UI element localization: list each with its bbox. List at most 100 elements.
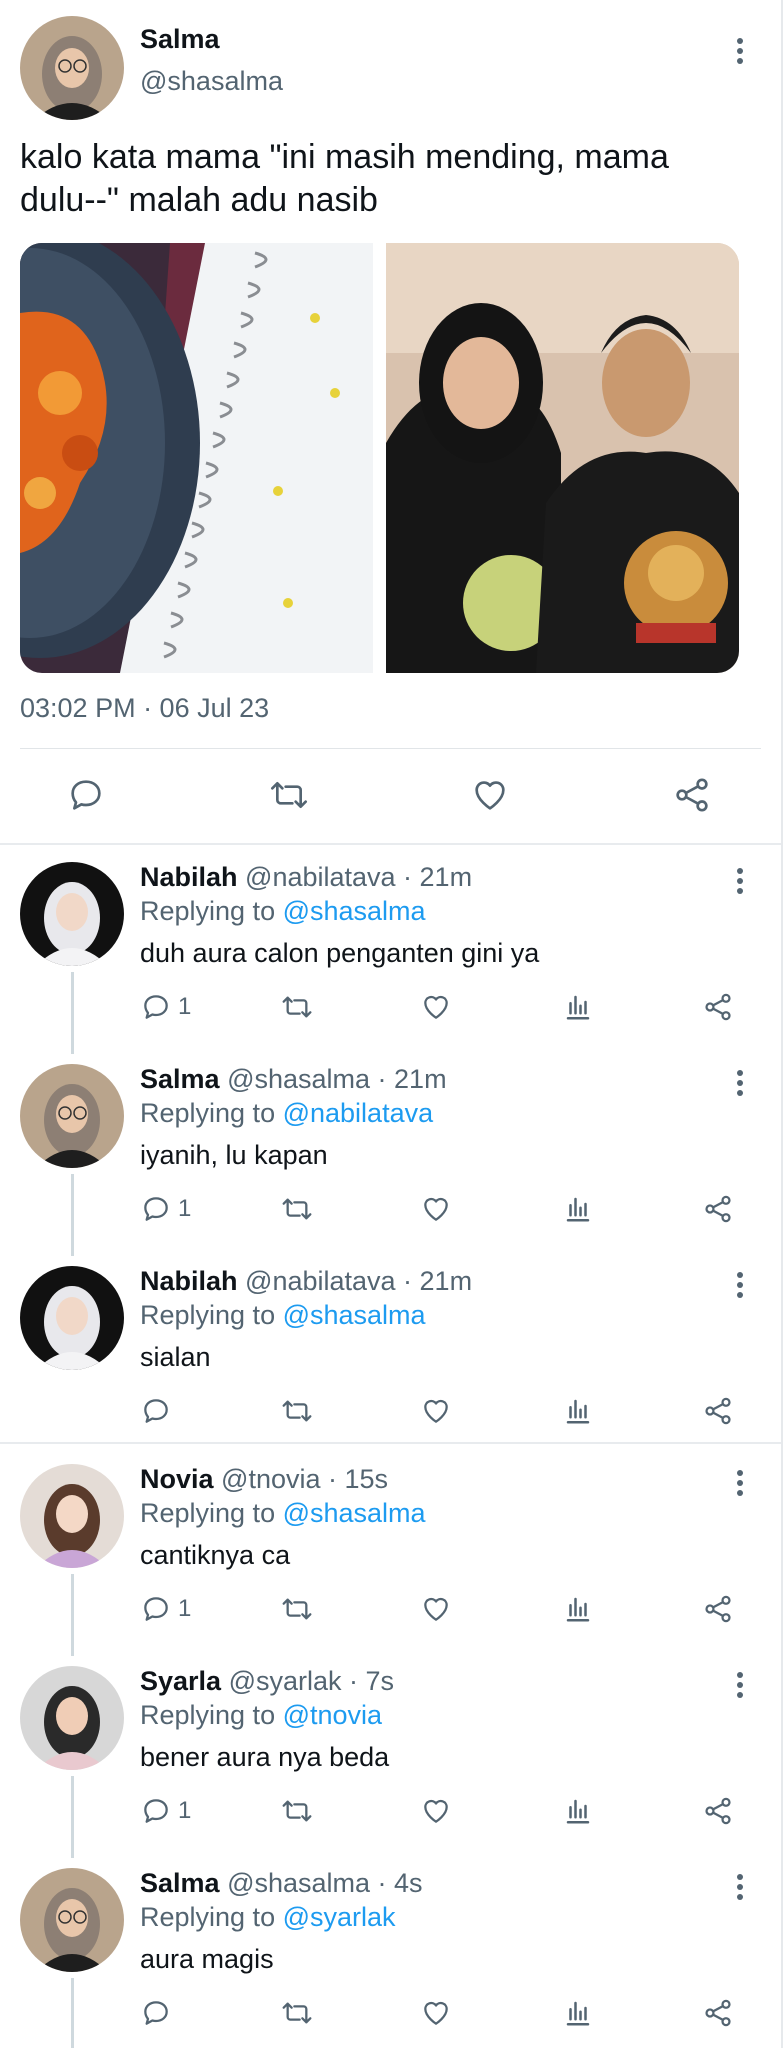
share-button[interactable] — [672, 775, 716, 815]
reply-text: aura magis — [140, 1944, 274, 1974]
like-button[interactable] — [420, 1394, 452, 1428]
mention-link[interactable]: @shasalma — [283, 896, 426, 926]
reply-action-bar: 1 — [0, 1794, 783, 1828]
replying-to-label: Replying to — [140, 896, 283, 926]
reply-button[interactable] — [140, 1996, 178, 2030]
avatar-syarla[interactable] — [20, 1666, 124, 1770]
reply-header: Novia @tnovia · 15s — [140, 1464, 388, 1495]
avatar-nabilah[interactable] — [20, 862, 124, 966]
tweet-photo-food[interactable] — [20, 243, 373, 673]
share-button[interactable] — [702, 990, 734, 1024]
like-button[interactable] — [420, 1192, 452, 1226]
author-handle[interactable]: @shasalma — [140, 66, 283, 97]
retweet-button[interactable] — [268, 775, 312, 815]
reply-item[interactable]: Nabilah @nabilatava · 21m Replying to @sh… — [0, 850, 783, 1054]
more-vertical-icon[interactable] — [736, 1672, 744, 1698]
more-vertical-icon[interactable] — [736, 1470, 744, 1496]
like-button[interactable] — [420, 1996, 452, 2030]
like-button[interactable] — [420, 990, 452, 1024]
views-button[interactable] — [563, 1192, 593, 1226]
more-vertical-icon[interactable] — [736, 1272, 744, 1298]
speech-bubble-icon — [140, 1795, 172, 1827]
reply-handle-time: @nabilatava · 21m — [245, 1266, 473, 1296]
more-vertical-icon[interactable] — [736, 38, 744, 64]
bar-chart-icon — [563, 992, 593, 1022]
heart-icon — [420, 1593, 452, 1625]
reply-action-bar: 1 — [0, 990, 783, 1024]
replying-to-label: Replying to — [140, 1300, 283, 1330]
reply-header: Nabilah @nabilatava · 21m — [140, 862, 472, 893]
reply-button[interactable]: 1 — [140, 1192, 191, 1226]
reply-header: Salma @shasalma · 4s — [140, 1868, 423, 1899]
reply-item[interactable]: Salma @shasalma · 4s Replying to @syarlak… — [0, 1856, 781, 2048]
views-button[interactable] — [563, 1794, 593, 1828]
like-button[interactable] — [420, 1794, 452, 1828]
mention-link[interactable]: @nabilatava — [283, 1098, 434, 1128]
reply-item[interactable]: Novia @tnovia · 15s Replying to @shasalma… — [0, 1452, 781, 1656]
reply-author-name[interactable]: Salma — [140, 1064, 220, 1094]
share-button[interactable] — [702, 1996, 734, 2030]
share-button[interactable] — [702, 1794, 734, 1828]
reply-item[interactable]: Nabilah @nabilatava · 21m Replying to @sh… — [0, 1254, 781, 1456]
views-button[interactable] — [563, 1996, 593, 2030]
speech-bubble-icon — [140, 1997, 172, 2029]
avatar-salma[interactable] — [20, 1064, 124, 1168]
like-button[interactable] — [470, 775, 514, 815]
share-button[interactable] — [702, 1592, 734, 1626]
reply-author-name[interactable]: Salma — [140, 1868, 220, 1898]
more-vertical-icon[interactable] — [736, 868, 744, 894]
retweet-button[interactable] — [280, 1996, 314, 2030]
speech-bubble-icon — [140, 1395, 172, 1427]
heart-icon — [420, 1395, 452, 1427]
reply-header: Syarla @syarlak · 7s — [140, 1666, 394, 1697]
tweet-timestamp: 03:02 PM · 06 Jul 23 — [20, 693, 270, 723]
retweet-button[interactable] — [280, 1794, 314, 1828]
retweet-button[interactable] — [280, 1592, 314, 1626]
avatar-novia[interactable] — [20, 1464, 124, 1568]
reply-item[interactable]: Syarla @syarlak · 7s Replying to @tnovia b… — [0, 1654, 783, 1858]
more-vertical-icon[interactable] — [736, 1070, 744, 1096]
author-name[interactable]: Salma — [140, 24, 220, 55]
reply-button[interactable]: 1 — [140, 1794, 191, 1828]
mention-link[interactable]: @shasalma — [283, 1498, 426, 1528]
reply-author-name[interactable]: Nabilah — [140, 1266, 238, 1296]
retweet-icon — [280, 1395, 314, 1427]
views-button[interactable] — [563, 1592, 593, 1626]
mention-link[interactable]: @syarlak — [283, 1902, 396, 1932]
views-button[interactable] — [563, 990, 593, 1024]
heart-icon — [475, 781, 505, 810]
reply-item[interactable]: Salma @shasalma · 21m Replying to @nabila… — [0, 1052, 783, 1256]
avatar-salma[interactable] — [20, 1868, 124, 1972]
reply-button[interactable] — [66, 775, 110, 815]
retweet-button[interactable] — [280, 1394, 314, 1428]
like-button[interactable] — [420, 1592, 452, 1626]
retweet-button[interactable] — [280, 990, 314, 1024]
bar-chart-icon — [563, 1396, 593, 1426]
reply-button[interactable]: 1 — [140, 1592, 191, 1626]
reply-button[interactable] — [140, 1394, 178, 1428]
more-vertical-icon[interactable] — [736, 1874, 744, 1900]
share-button[interactable] — [702, 1192, 734, 1226]
reply-button[interactable]: 1 — [140, 990, 191, 1024]
reply-action-bar: 1 — [0, 1192, 783, 1226]
avatar-nabilah[interactable] — [20, 1266, 124, 1370]
mention-link[interactable]: @tnovia — [283, 1700, 382, 1730]
share-button[interactable] — [702, 1394, 734, 1428]
divider — [20, 748, 761, 749]
share-icon — [702, 1593, 734, 1625]
share-icon — [676, 778, 708, 812]
reply-author-name[interactable]: Novia — [140, 1464, 214, 1494]
reply-author-name[interactable]: Nabilah — [140, 862, 238, 892]
tweet-photo-couple[interactable] — [386, 243, 739, 673]
retweet-icon — [280, 1997, 314, 2029]
section-divider — [0, 843, 781, 845]
speech-bubble-icon — [140, 1193, 172, 1225]
views-button[interactable] — [563, 1394, 593, 1428]
retweet-button[interactable] — [280, 1192, 314, 1226]
reply-header: Nabilah @nabilatava · 21m — [140, 1266, 472, 1297]
reply-author-name[interactable]: Syarla — [140, 1666, 221, 1696]
avatar-salma[interactable] — [20, 16, 124, 120]
mention-link[interactable]: @shasalma — [283, 1300, 426, 1330]
